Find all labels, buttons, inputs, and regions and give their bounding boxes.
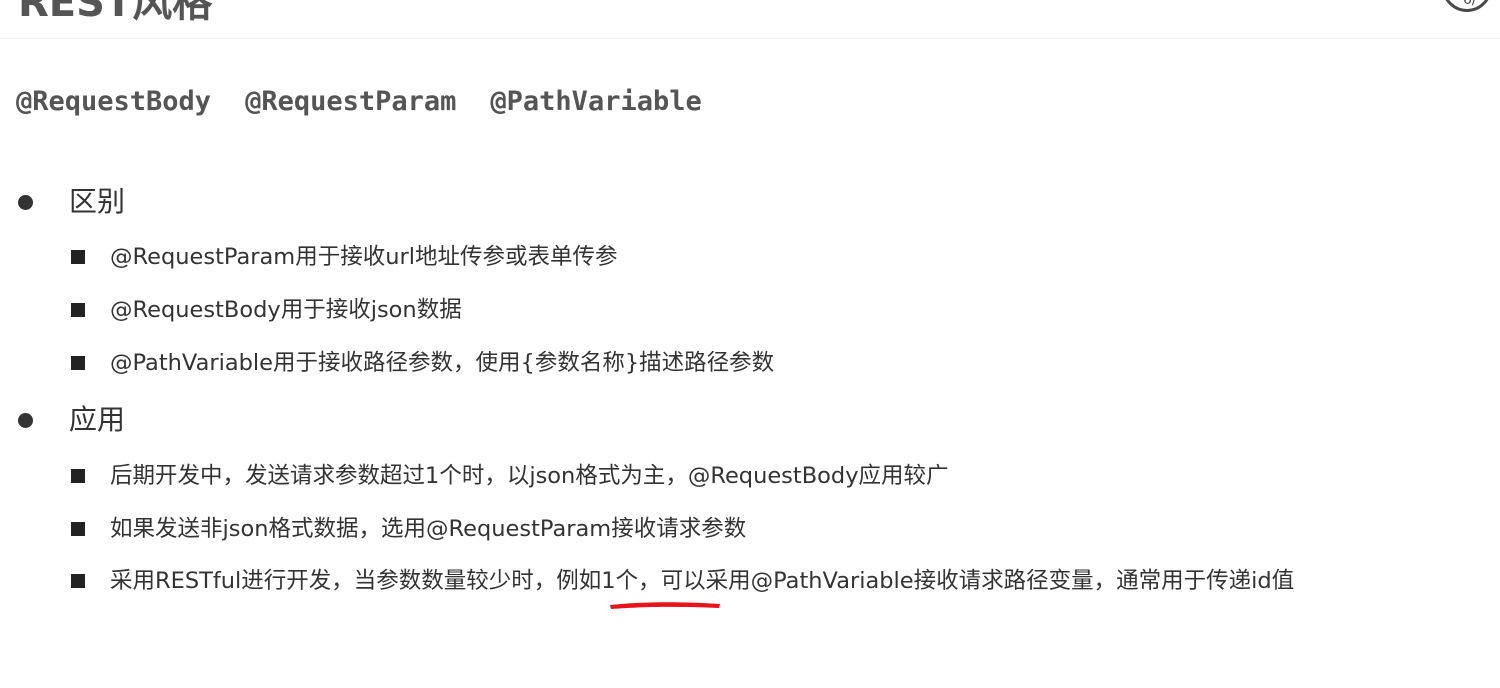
section-label: 应用: [69, 403, 126, 436]
red-underline-mark: [610, 602, 720, 609]
page-title: REST风格: [18, 0, 213, 26]
list-item-text: @RequestParam用于接收url地址传参或表单传参: [110, 244, 618, 270]
corner-badge: 6/: [1442, 0, 1492, 12]
bullet-square: [71, 250, 85, 264]
bullet-dot: [18, 195, 33, 210]
slide-page: REST风格 6/ @RequestBody @RequestParam @Path…: [0, 0, 1500, 688]
bullet-square: [71, 303, 85, 317]
corner-badge-text: 6/: [1463, 0, 1477, 8]
annotation-list: @RequestBody @RequestParam @PathVariable: [16, 84, 736, 120]
section-label: 区别: [69, 185, 126, 218]
title-divider: [0, 38, 1500, 39]
list-item-text: 如果发送非json格式数据，选用@RequestParam接收请求参数: [110, 516, 747, 542]
bullet-dot: [18, 413, 33, 428]
annotation-path-variable: @PathVariable: [490, 86, 702, 117]
bullet-square: [71, 574, 85, 588]
bullet-square: [71, 522, 85, 536]
annotation-request-body: @RequestBody: [16, 86, 212, 117]
annotation-request-param: @RequestParam: [245, 86, 457, 117]
list-item-text: @RequestBody用于接收json数据: [110, 297, 462, 323]
list-item-text: 后期开发中，发送请求参数超过1个时，以json格式为主，@RequestBody…: [110, 463, 949, 489]
bullet-square: [71, 356, 85, 370]
list-item-text: @PathVariable用于接收路径参数，使用{参数名称}描述路径参数: [110, 350, 775, 376]
list-item-text: 采用RESTful进行开发，当参数数量较少时，例如1个，可以采用@PathVar…: [110, 568, 1295, 594]
bullet-square: [71, 469, 85, 483]
